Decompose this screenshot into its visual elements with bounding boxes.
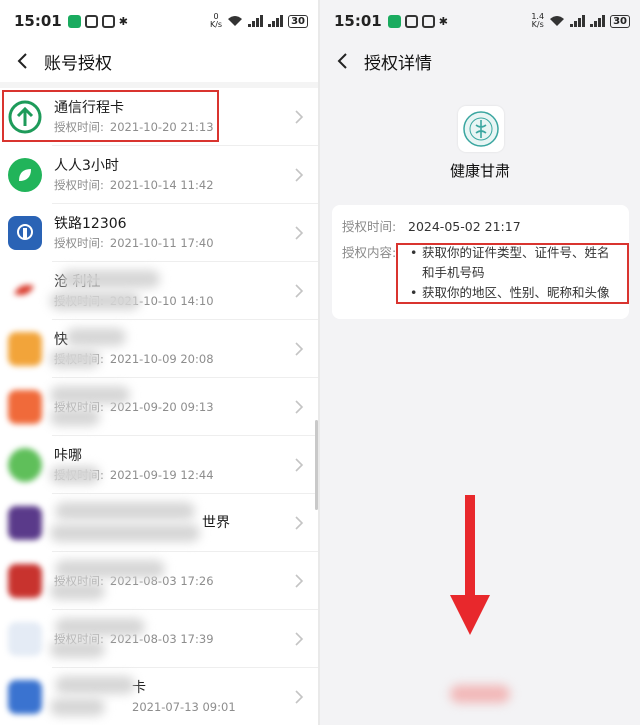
chevron-right-icon — [295, 516, 304, 530]
orange-app-icon — [8, 332, 42, 366]
list-item-blurred-8[interactable]: 卡 2021-07-13 09:01 — [0, 668, 318, 725]
purple-app-icon — [8, 506, 42, 540]
status-time: 15:01 — [334, 12, 382, 30]
auth-time-row: 授权时间: 2024-05-02 21:17 — [342, 217, 619, 237]
chevron-right-icon — [295, 458, 304, 472]
page-title: 授权详情 — [364, 53, 432, 74]
status-time: 15:01 — [14, 12, 62, 30]
nav-bar: 授权详情 — [320, 42, 640, 80]
signal-icon-2 — [268, 15, 284, 27]
chevron-right-icon — [295, 284, 304, 298]
blue-app-icon — [8, 680, 42, 714]
auth-time-label: 授权时间: — [342, 219, 397, 234]
page-title: 账号授权 — [44, 53, 112, 74]
list-item-blurred-6[interactable]: 授权时间: 2021-08-03 17:26 — [0, 552, 318, 610]
bluetooth-icon: ✱ — [438, 14, 448, 28]
privacy-blur — [55, 618, 145, 636]
green-app-icon — [8, 448, 42, 482]
bluetooth-icon: ✱ — [118, 14, 128, 28]
chevron-left-icon — [17, 53, 27, 69]
list-item-railway[interactable]: 铁路12306 授权时间: 2021-10-11 17:40 — [0, 204, 318, 262]
signal-icon-2 — [590, 15, 606, 27]
chevron-right-icon — [295, 342, 304, 356]
auth-time: 2021-10-09 20:08 — [109, 352, 214, 366]
privacy-blur — [66, 328, 126, 346]
orange-card-icon — [8, 390, 42, 424]
back-button[interactable] — [330, 49, 354, 73]
privacy-blur — [450, 685, 510, 703]
privacy-blur — [50, 466, 100, 484]
chevron-right-icon — [295, 574, 304, 588]
chevron-right-icon — [295, 400, 304, 414]
battery-indicator: 30 — [288, 14, 308, 28]
wifi-icon — [550, 16, 565, 26]
app-name: 健康甘肃 — [449, 162, 510, 180]
chevron-right-icon — [295, 110, 304, 124]
list-item-blurred-7[interactable]: 授权时间: 2021-08-03 17:39 — [0, 610, 318, 668]
list-item-blurred-5[interactable]: 世界 — [0, 494, 318, 552]
list-item-renren[interactable]: 人人3小时 授权时间: 2021-10-14 11:42 — [0, 146, 318, 204]
app-name: 卡 — [132, 680, 146, 696]
status-bar: 15:01 ✱ 1.4 K/s 30 — [320, 0, 640, 42]
battery-indicator: 30 — [610, 14, 630, 28]
leaf-icon — [8, 158, 42, 192]
signal-icon-1 — [570, 15, 586, 27]
chevron-right-icon — [295, 168, 304, 182]
privacy-blur — [55, 676, 135, 694]
auth-time: 2021-09-19 12:44 — [109, 468, 214, 482]
signal-icon-1 — [248, 15, 264, 27]
red-bird-icon — [8, 274, 42, 308]
nav-bar: 账号授权 — [0, 42, 318, 80]
highlight-box-permissions — [396, 243, 629, 304]
chevron-right-icon — [295, 226, 304, 240]
wifi-icon — [228, 16, 243, 26]
app-name: 咔哪 — [54, 448, 82, 464]
chevron-right-icon — [295, 632, 304, 646]
privacy-blur — [50, 350, 100, 368]
wechat-notification-icon — [67, 14, 81, 28]
privacy-blur — [50, 524, 200, 542]
alarm-icon — [101, 14, 115, 28]
authorized-apps-list: 通信行程卡 授权时间: 2021-10-20 21:13 人人3小时 授权时间: 2… — [0, 82, 318, 725]
status-bar: 15:01 ✱ 0 K/s 30 — [0, 0, 318, 42]
auth-time: 2021-10-14 11:42 — [109, 178, 214, 192]
auth-time: 2021-07-13 09:01 — [132, 700, 236, 714]
chevron-left-icon — [337, 53, 347, 69]
nfc-icon — [404, 14, 418, 28]
railway-icon — [8, 216, 42, 250]
auth-time-value: 2024-05-02 21:17 — [408, 219, 521, 234]
app-name: 人人3小时 — [54, 158, 119, 174]
list-item-blurred-1[interactable]: 沧 利社 授权时间:2021-10-10 14:10 — [0, 262, 318, 320]
red-arrow-down-icon — [450, 495, 490, 635]
privacy-blur — [50, 582, 105, 600]
network-speed: 0 K/s — [209, 12, 223, 29]
back-button[interactable] — [10, 49, 34, 73]
privacy-blur — [55, 502, 195, 520]
app-name: 世界 — [202, 515, 230, 531]
privacy-blur — [60, 270, 160, 288]
list-item-blurred-3[interactable]: 授权时间: 2021-09-20 09:13 — [0, 378, 318, 436]
privacy-blur — [50, 292, 140, 310]
nfc-icon — [84, 14, 98, 28]
list-item-blurred-4[interactable]: 咔哪 授权时间:2021-09-19 12:44 — [0, 436, 318, 494]
wechat-notification-icon — [387, 14, 401, 28]
highlight-box-tongxin — [2, 90, 219, 142]
network-speed: 1.4 K/s — [531, 12, 545, 29]
alarm-icon — [421, 14, 435, 28]
chevron-right-icon — [295, 690, 304, 704]
app-name: 铁路12306 — [54, 216, 127, 232]
health-gansu-logo-icon — [458, 106, 504, 152]
privacy-blur — [50, 698, 105, 716]
list-item-blurred-2[interactable]: 快 授权时间:2021-10-09 20:08 — [0, 320, 318, 378]
privacy-blur — [55, 560, 165, 578]
privacy-blur — [50, 386, 130, 404]
privacy-blur — [50, 408, 100, 426]
doc-app-icon — [8, 622, 42, 656]
red-card-icon — [8, 564, 42, 598]
account-authorization-screen: 15:01 ✱ 0 K/s 30 账号授权 通信行程卡 授权时间: 2021-1… — [0, 0, 318, 725]
privacy-blur — [50, 640, 105, 658]
auth-time: 2021-10-11 17:40 — [109, 236, 214, 250]
